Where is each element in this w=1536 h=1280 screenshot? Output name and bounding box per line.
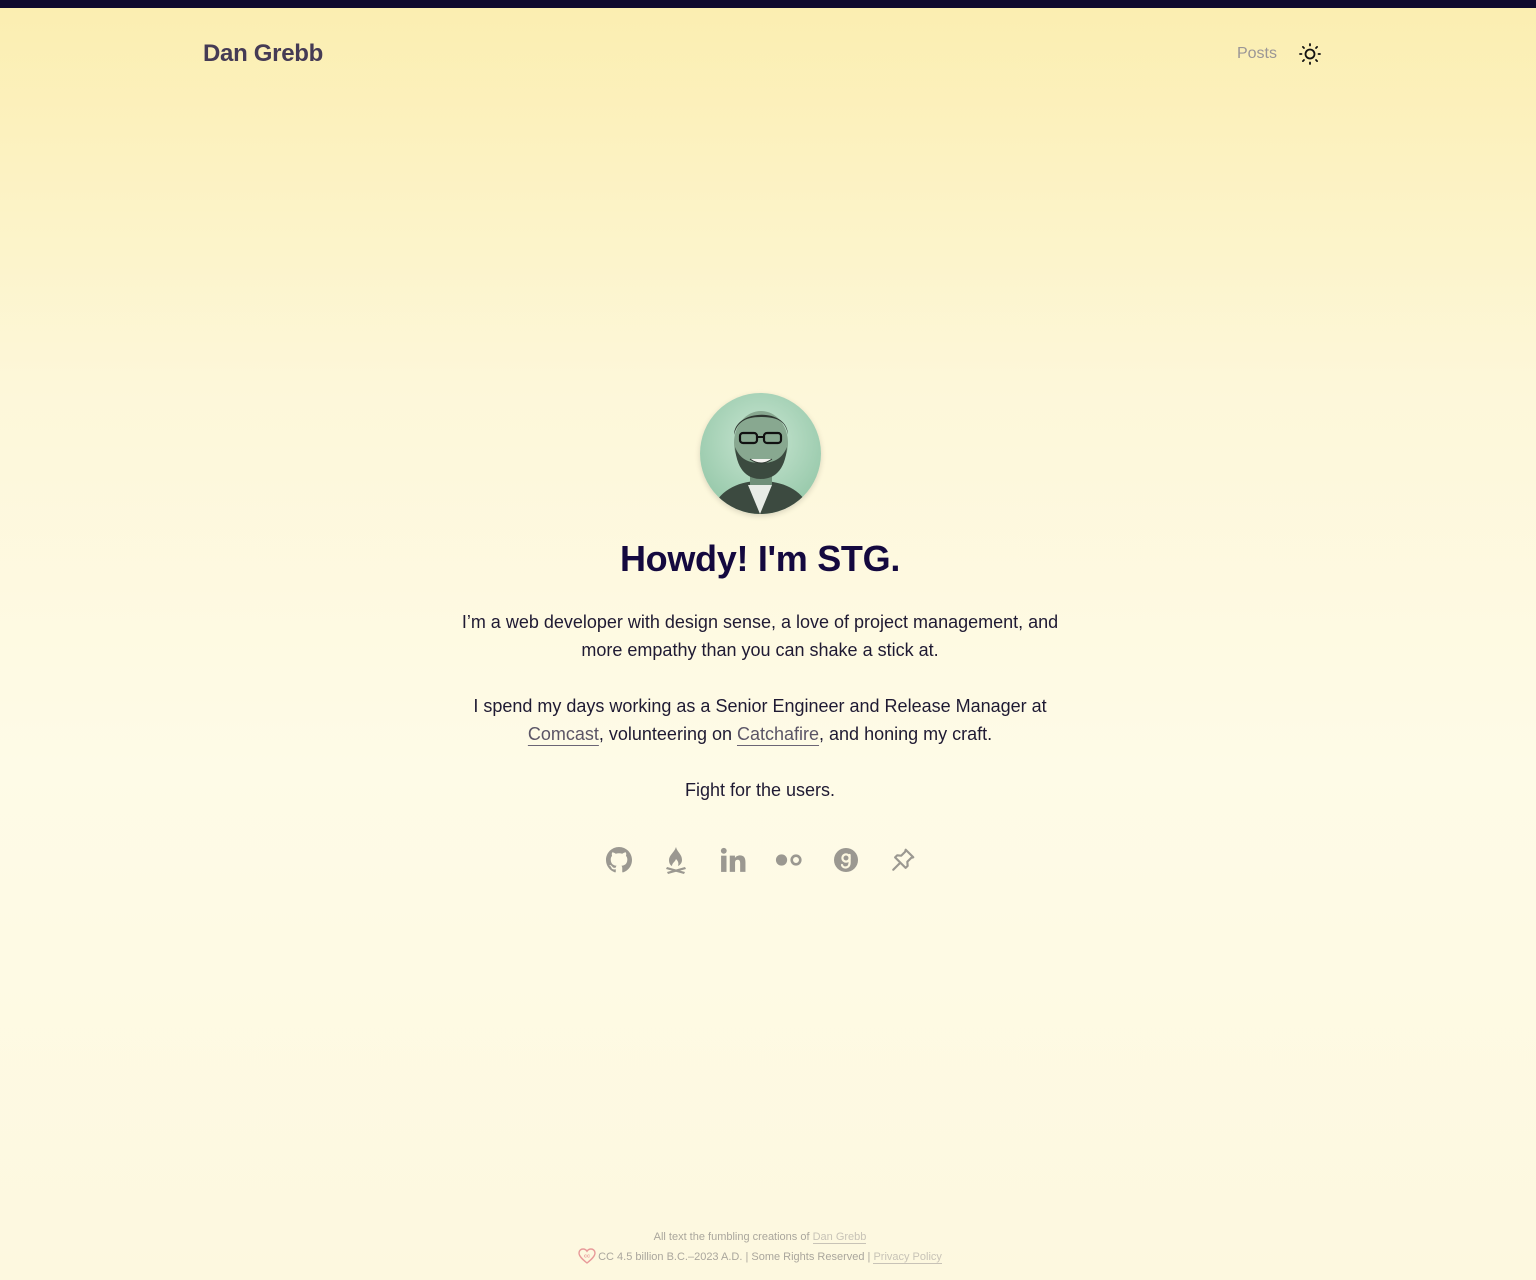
- work-middle-text: , volunteering on: [598, 724, 737, 744]
- hero-heading: Howdy! I'm STG.: [619, 538, 901, 579]
- footer-credit-line: All text the fumbling creations of Dan G…: [0, 1227, 1520, 1247]
- footer-author-link[interactable]: Dan Grebb: [812, 1231, 867, 1244]
- svg-text:cc: cc: [584, 1254, 590, 1260]
- linkedin-icon: [720, 847, 746, 872]
- site-header: Dan Grebb Posts: [203, 36, 1321, 72]
- github-icon: [606, 847, 632, 873]
- campfire-icon: [665, 847, 686, 874]
- flickr-icon: [776, 854, 802, 866]
- goodreads-link[interactable]: [832, 846, 860, 874]
- flickr-link[interactable]: [775, 846, 803, 874]
- footer-license-text: CC 4.5 billion B.C.–2023 A.D. | Some Rig…: [598, 1251, 874, 1263]
- goodreads-icon: [834, 848, 859, 872]
- theme-toggle-button[interactable]: [1299, 43, 1321, 65]
- pin-link[interactable]: [889, 846, 917, 874]
- top-accent-bar: [0, 0, 1536, 8]
- catchafire-link[interactable]: Catchafire: [737, 724, 819, 744]
- campfire-link[interactable]: [662, 846, 690, 874]
- work-paragraph: I spend my days working as a Senior Engi…: [460, 692, 1060, 748]
- pin-icon: [892, 848, 915, 871]
- tagline: Fight for the users.: [684, 780, 836, 800]
- intro-paragraph: I’m a web developer with design sense, a…: [461, 612, 1059, 660]
- main-nav: Posts: [1237, 43, 1321, 65]
- site-title-link[interactable]: Dan Grebb: [203, 40, 323, 68]
- linkedin-link[interactable]: [719, 846, 747, 874]
- footer-license-line: cc CC 4.5 billion B.C.–2023 A.D. | Some R…: [0, 1247, 1520, 1267]
- footer-credit-text: All text the fumbling creations of: [653, 1231, 813, 1243]
- nav-posts-link[interactable]: Posts: [1237, 45, 1277, 63]
- work-prefix-text: I spend my days working as a Senior Engi…: [473, 696, 1047, 716]
- privacy-policy-link[interactable]: Privacy Policy: [873, 1251, 942, 1264]
- sun-icon: [1299, 43, 1321, 65]
- github-link[interactable]: [605, 846, 633, 874]
- profile-avatar: [700, 393, 821, 514]
- social-links: [605, 844, 917, 876]
- site-footer: All text the fumbling creations of Dan G…: [0, 1227, 1520, 1267]
- creative-commons-heart-icon: cc: [578, 1248, 596, 1264]
- comcast-link[interactable]: Comcast: [528, 724, 599, 744]
- work-suffix-text: , and honing my craft.: [819, 724, 993, 744]
